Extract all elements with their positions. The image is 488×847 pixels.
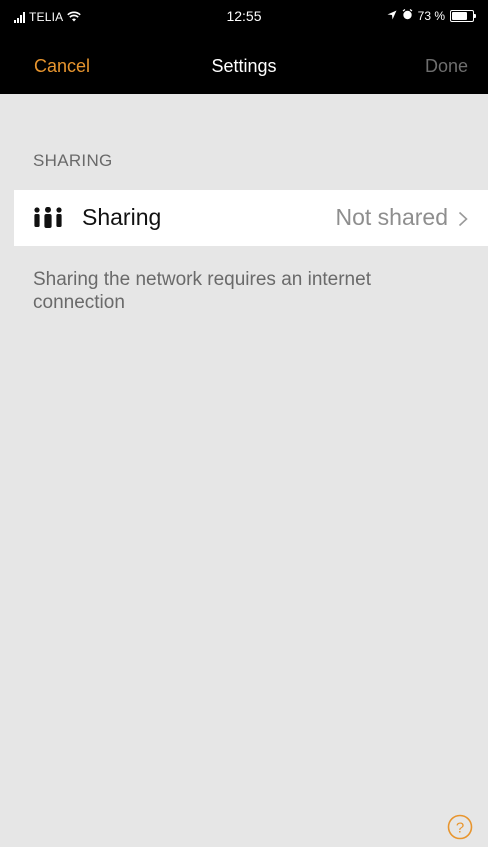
status-bar: TELIA 12:55 73 % (0, 0, 488, 34)
svg-text:?: ? (456, 820, 464, 837)
navigation-bar: Cancel Settings Done (0, 34, 488, 94)
sharing-row[interactable]: Sharing Not shared (14, 190, 488, 246)
section-footer-note: Sharing the network requires an internet… (33, 269, 371, 313)
page-title: Settings (211, 56, 277, 76)
battery-percent: 73 % (417, 9, 445, 23)
chevron-right-icon (458, 211, 468, 227)
help-icon[interactable]: ? (447, 814, 473, 840)
done-button[interactable]: Done (425, 56, 468, 77)
battery-cap (474, 14, 476, 18)
sharing-row-label: Sharing (82, 204, 162, 230)
settings-screen: TELIA 12:55 73 % Cancel Settings Done SH… (0, 0, 488, 847)
section-header: SHARING (33, 151, 113, 170)
battery-level (452, 12, 467, 20)
battery-icon (450, 10, 476, 22)
people-icon (32, 206, 66, 229)
sharing-row-value: Not shared (335, 204, 448, 230)
top-bar: TELIA 12:55 73 % Cancel Settings Done (0, 0, 488, 94)
alarm-icon (402, 9, 413, 23)
location-icon (387, 9, 397, 23)
status-right: 73 % (387, 9, 476, 23)
